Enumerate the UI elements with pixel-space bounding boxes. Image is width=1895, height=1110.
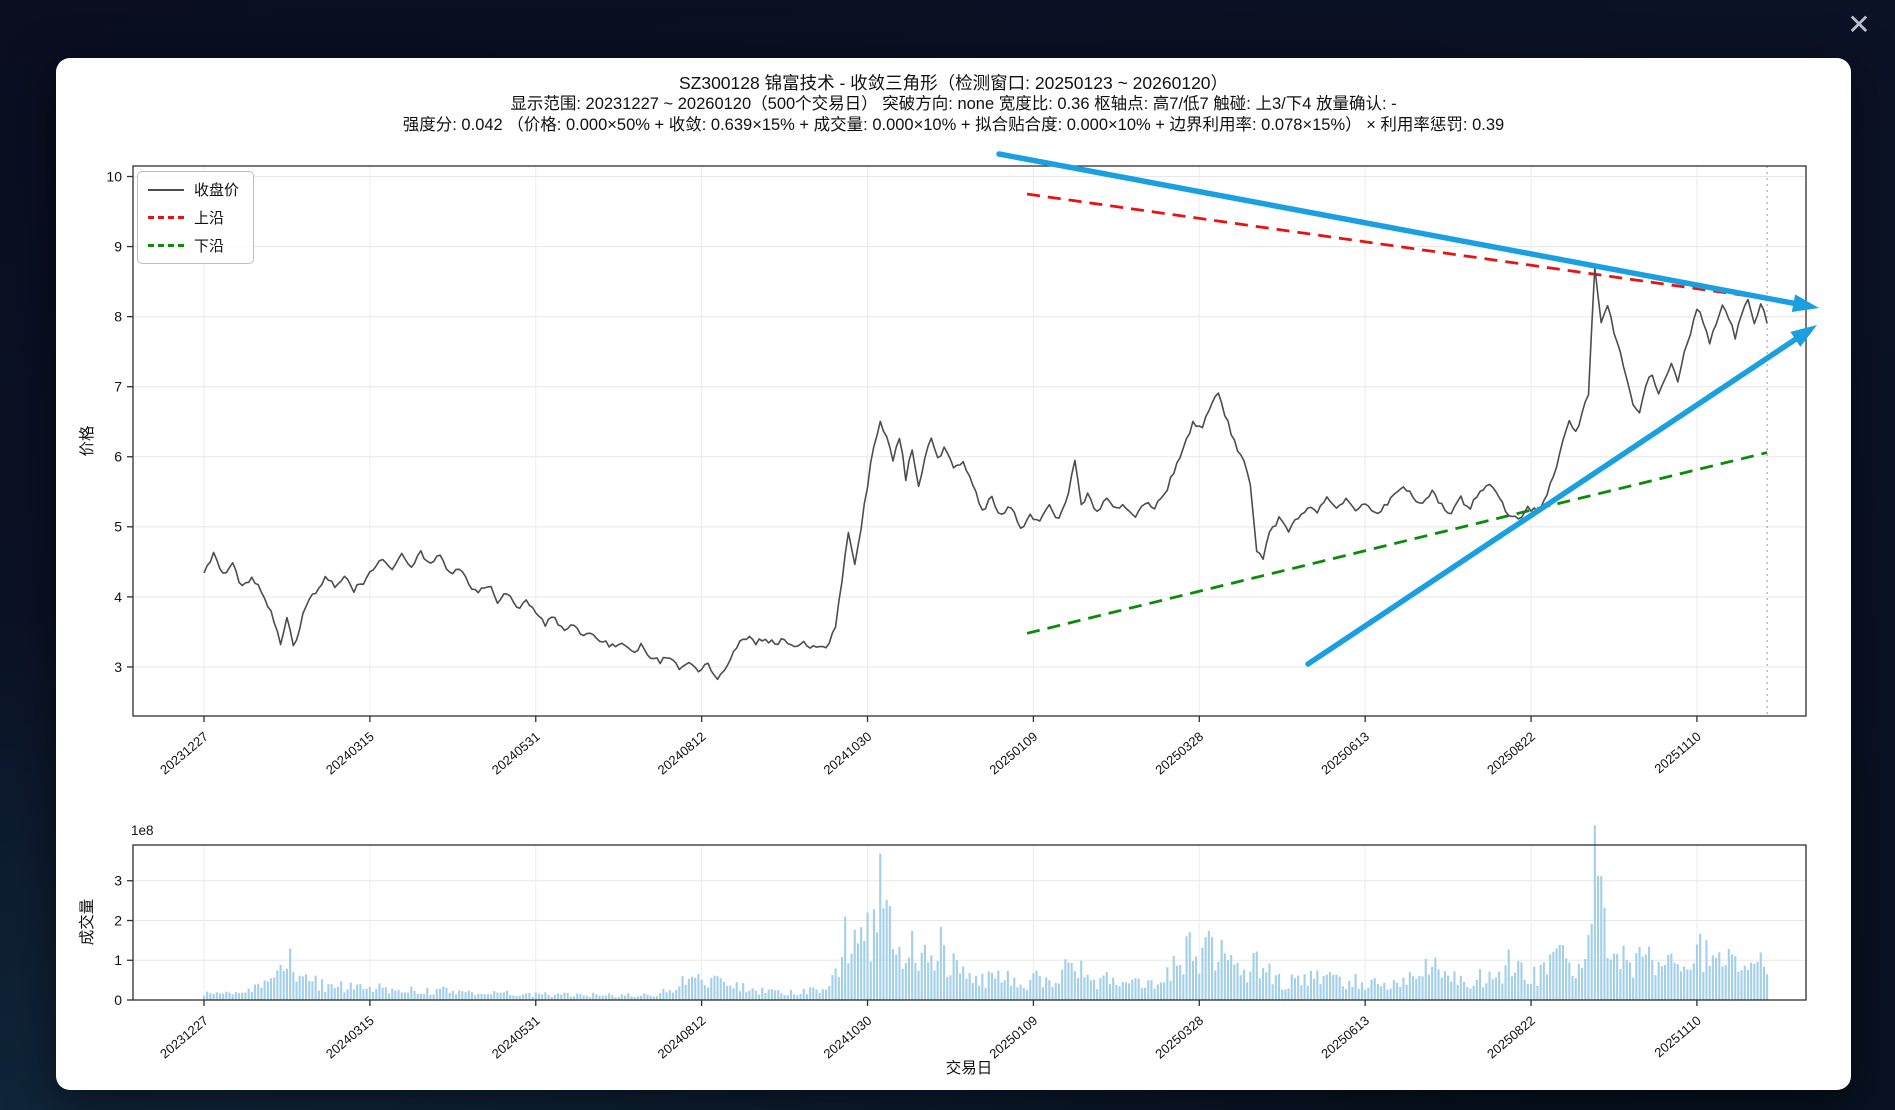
figure-titles: SZ300128 锦富技术 - 收敛三角形（检测窗口: 20250123 ~ 2… xyxy=(56,72,1851,136)
price-volume-chart-canvas: 3 4 5 6 7 8 9 10 0 1 2 3 1e8 20231227 20231227 20240315… xyxy=(56,58,1851,1090)
svg-text:3: 3 xyxy=(114,659,122,675)
price-plot xyxy=(204,166,1796,716)
trading-day-axis-label: 交易日 xyxy=(946,1056,993,1078)
price-grid xyxy=(133,166,1806,716)
svg-text:1: 1 xyxy=(114,952,122,968)
svg-text:20251110: 20251110 xyxy=(1651,729,1703,776)
axes: 3 4 5 6 7 8 9 10 0 1 2 3 1e8 20231227 20231227 20240315… xyxy=(106,166,1806,1061)
svg-text:7: 7 xyxy=(114,379,122,395)
svg-text:10: 10 xyxy=(106,168,122,184)
annotation-arrows xyxy=(999,154,1819,664)
svg-text:20231227: 20231227 xyxy=(157,1013,211,1062)
svg-text:3: 3 xyxy=(114,873,122,889)
svg-text:9: 9 xyxy=(114,238,122,254)
svg-text:20250613: 20250613 xyxy=(1318,1013,1372,1062)
chart-legend: 收盘价 上沿 下沿 xyxy=(137,171,254,264)
legend-close-line-sample xyxy=(148,189,184,191)
svg-text:20241030: 20241030 xyxy=(820,1013,874,1062)
svg-text:20250822: 20250822 xyxy=(1484,1013,1538,1062)
svg-text:20240812: 20240812 xyxy=(655,729,709,778)
legend-item-lower: 下沿 xyxy=(148,235,239,256)
volume-plot xyxy=(203,825,1768,1000)
legend-lower-line-sample xyxy=(148,244,184,247)
price-axis-label: 价格 xyxy=(75,425,97,456)
legend-close-label: 收盘价 xyxy=(194,179,239,200)
legend-item-upper: 上沿 xyxy=(148,207,239,228)
svg-text:20251110: 20251110 xyxy=(1651,1013,1703,1060)
svg-text:20240531: 20240531 xyxy=(489,1013,543,1062)
legend-upper-line-sample xyxy=(148,216,184,219)
svg-text:2: 2 xyxy=(114,912,122,928)
volume-grid xyxy=(133,845,1806,1000)
legend-lower-label: 下沿 xyxy=(194,235,224,256)
figure-subtitle-score: 强度分: 0.042 （价格: 0.000×50% + 收敛: 0.639×15… xyxy=(56,115,1851,136)
svg-text:20240315: 20240315 xyxy=(323,1013,377,1062)
svg-text:6: 6 xyxy=(114,449,122,465)
svg-text:20241030: 20241030 xyxy=(820,729,874,778)
svg-text:20250822: 20250822 xyxy=(1484,729,1538,778)
svg-text:20250109: 20250109 xyxy=(986,729,1040,778)
volume-axis-label: 成交量 xyxy=(75,899,97,946)
legend-item-close: 收盘价 xyxy=(148,179,239,200)
svg-text:20250328: 20250328 xyxy=(1152,729,1206,778)
legend-upper-label: 上沿 xyxy=(194,207,224,228)
svg-text:20250613: 20250613 xyxy=(1318,729,1372,778)
svg-text:20240812: 20240812 xyxy=(655,1013,709,1062)
svg-text:20240531: 20240531 xyxy=(489,729,543,778)
svg-text:20250109: 20250109 xyxy=(986,1013,1040,1062)
figure-title: SZ300128 锦富技术 - 收敛三角形（检测窗口: 20250123 ~ 2… xyxy=(56,72,1851,94)
chart-modal-card: SZ300128 锦富技术 - 收敛三角形（检测窗口: 20250123 ~ 2… xyxy=(56,58,1851,1090)
close-icon[interactable]: ✕ xyxy=(1839,4,1879,44)
svg-text:20231227: 20231227 xyxy=(157,729,211,778)
app-background: { "page": { "close_label": "✕", "backgro… xyxy=(0,0,1895,1110)
figure-subtitle-range: 显示范围: 20231227 ~ 20260120（500个交易日） 突破方向:… xyxy=(56,94,1851,115)
svg-text:4: 4 xyxy=(114,589,122,605)
svg-text:1e8: 1e8 xyxy=(131,823,154,838)
svg-text:5: 5 xyxy=(114,519,122,535)
svg-text:20250328: 20250328 xyxy=(1152,1013,1206,1062)
svg-text:20240315: 20240315 xyxy=(323,729,377,778)
svg-text:8: 8 xyxy=(114,309,122,325)
svg-text:0: 0 xyxy=(114,992,122,1008)
